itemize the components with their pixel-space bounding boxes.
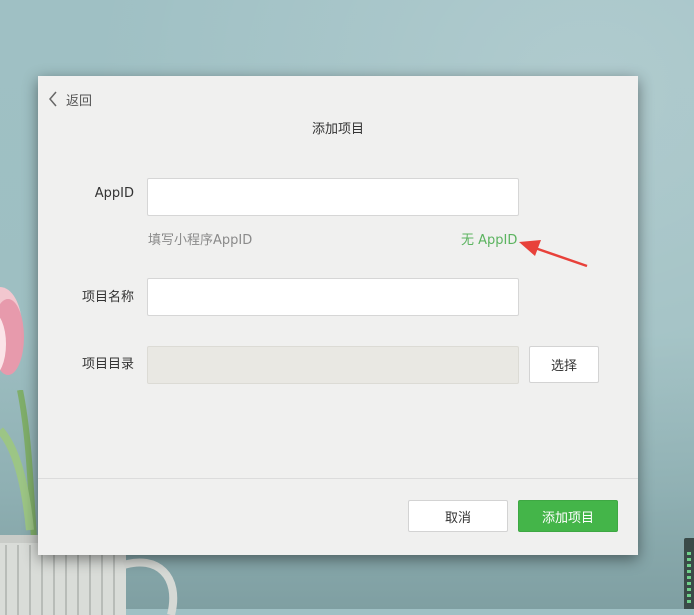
tulip-flower-image bbox=[0, 287, 24, 375]
side-gauge-widget bbox=[684, 538, 694, 609]
add-project-button[interactable]: 添加项目 bbox=[518, 500, 618, 532]
dialog-title: 添加项目 bbox=[311, 122, 364, 137]
project-name-input[interactable] bbox=[147, 278, 519, 316]
add-project-dialog: 返回 添加项目 AppID 填写小程序AppID 无 AppID 项目名称 项目… bbox=[38, 76, 638, 555]
footer-divider bbox=[38, 478, 638, 479]
chevron-left-icon bbox=[49, 91, 57, 107]
back-label: 返回 bbox=[66, 93, 93, 109]
no-appid-link[interactable]: 无 AppID bbox=[461, 229, 517, 248]
flower-stem-image bbox=[0, 390, 37, 540]
red-arrow-icon bbox=[519, 240, 588, 268]
project-dir-label: 项目目录 bbox=[81, 357, 134, 372]
project-dir-input[interactable] bbox=[147, 346, 519, 384]
choose-dir-button[interactable]: 选择 bbox=[529, 346, 599, 383]
appid-hint: 填写小程序AppID bbox=[148, 233, 253, 248]
back-button[interactable]: 返回 bbox=[48, 90, 93, 109]
appid-label: AppID bbox=[94, 186, 134, 201]
project-name-label: 项目名称 bbox=[81, 290, 134, 305]
appid-input[interactable] bbox=[147, 178, 519, 216]
cancel-button[interactable]: 取消 bbox=[408, 500, 508, 532]
